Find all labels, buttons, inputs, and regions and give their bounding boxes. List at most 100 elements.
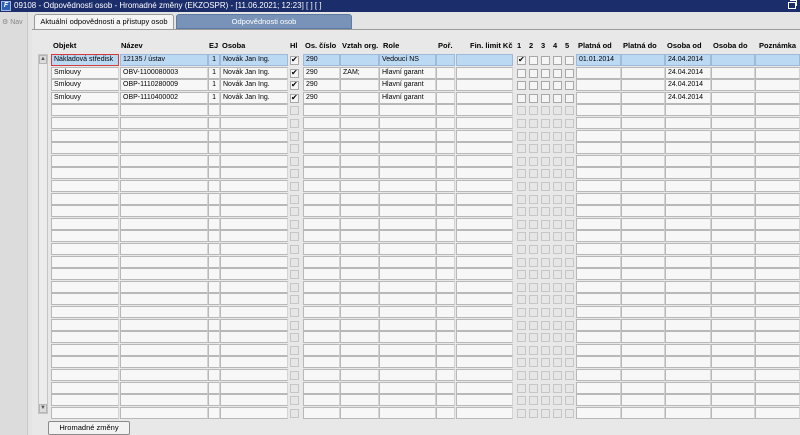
cell-poznamka[interactable] — [755, 407, 800, 419]
checkbox-hl[interactable] — [290, 106, 299, 115]
checkbox-c2[interactable] — [529, 220, 538, 229]
cell-vztah[interactable] — [340, 356, 379, 368]
cell-poznamka[interactable] — [755, 155, 800, 167]
cell-os-cislo[interactable] — [303, 268, 340, 280]
cell-nazev[interactable] — [120, 142, 208, 154]
cell-os-cislo[interactable] — [303, 130, 340, 142]
cell-role[interactable] — [379, 256, 436, 268]
cell-vztah[interactable] — [340, 256, 379, 268]
checkbox-c2[interactable] — [529, 409, 538, 418]
checkbox-c5[interactable] — [565, 81, 574, 90]
cell-osoba[interactable] — [220, 319, 288, 331]
checkbox-c5[interactable] — [565, 371, 574, 380]
cell-ej[interactable] — [208, 243, 220, 255]
cell-nazev[interactable] — [120, 180, 208, 192]
checkbox-c3[interactable] — [541, 409, 550, 418]
cell-ej[interactable] — [208, 306, 220, 318]
cell-nazev[interactable] — [120, 243, 208, 255]
checkbox-c4[interactable] — [553, 195, 562, 204]
checkbox-hl[interactable] — [290, 270, 299, 279]
cell-osoba-od[interactable]: 24.04.2014 — [665, 67, 711, 79]
cell-osoba[interactable] — [220, 205, 288, 217]
cell-os-cislo[interactable] — [303, 306, 340, 318]
cell-ej[interactable] — [208, 130, 220, 142]
cell-poznamka[interactable] — [755, 356, 800, 368]
cell-platna-do[interactable] — [621, 92, 665, 104]
checkbox-hl[interactable] — [290, 144, 299, 153]
checkbox-c5[interactable] — [565, 94, 574, 103]
cell-osoba[interactable] — [220, 382, 288, 394]
checkbox-c1[interactable] — [517, 119, 526, 128]
cell-nazev[interactable] — [120, 331, 208, 343]
cell-os-cislo[interactable] — [303, 180, 340, 192]
cell-osoba-od[interactable]: 24.04.2014 — [665, 54, 711, 66]
cell-os-cislo[interactable] — [303, 394, 340, 406]
cell-os-cislo[interactable] — [303, 117, 340, 129]
checkbox-c4[interactable] — [553, 283, 562, 292]
checkbox-c2[interactable] — [529, 132, 538, 141]
checkbox-c2[interactable] — [529, 283, 538, 292]
cell-vztah[interactable] — [340, 230, 379, 242]
cell-poznamka[interactable] — [755, 256, 800, 268]
checkbox-hl[interactable] — [290, 295, 299, 304]
cell-objekt[interactable] — [51, 306, 119, 318]
cell-platna-od[interactable] — [576, 256, 621, 268]
cell-osoba[interactable] — [220, 117, 288, 129]
checkbox-c5[interactable] — [565, 195, 574, 204]
cell-role[interactable] — [379, 117, 436, 129]
cell-fin-limit[interactable] — [456, 331, 513, 343]
checkbox-c3[interactable] — [541, 232, 550, 241]
cell-platna-od[interactable] — [576, 193, 621, 205]
cell-platna-do[interactable] — [621, 142, 665, 154]
cell-nazev[interactable] — [120, 356, 208, 368]
cell-platna-od[interactable] — [576, 92, 621, 104]
checkbox-c4[interactable] — [553, 321, 562, 330]
cell-fin-limit[interactable] — [456, 268, 513, 280]
cell-vztah[interactable] — [340, 142, 379, 154]
cell-ej[interactable] — [208, 268, 220, 280]
cell-platna-do[interactable] — [621, 180, 665, 192]
cell-poznamka[interactable] — [755, 117, 800, 129]
checkbox-c1[interactable] — [517, 55, 526, 65]
nav-button[interactable]: ⚙ Nav — [2, 18, 23, 26]
cell-vztah[interactable] — [340, 130, 379, 142]
checkbox-c5[interactable] — [565, 169, 574, 178]
checkbox-c2[interactable] — [529, 270, 538, 279]
checkbox-c5[interactable] — [565, 358, 574, 367]
cell-osoba-do[interactable] — [711, 130, 755, 142]
cell-nazev[interactable] — [120, 293, 208, 305]
cell-vztah[interactable] — [340, 117, 379, 129]
cell-os-cislo[interactable] — [303, 319, 340, 331]
cell-role[interactable] — [379, 344, 436, 356]
cell-osoba-od[interactable] — [665, 382, 711, 394]
checkbox-hl[interactable] — [290, 195, 299, 204]
cell-osoba-od[interactable] — [665, 104, 711, 116]
grid-scrollbar[interactable]: ▲ ▼ — [38, 54, 48, 414]
cell-por[interactable] — [436, 319, 455, 331]
cell-nazev[interactable] — [120, 193, 208, 205]
checkbox-c4[interactable] — [553, 270, 562, 279]
cell-platna-od[interactable] — [576, 331, 621, 343]
cell-fin-limit[interactable] — [456, 117, 513, 129]
cell-objekt[interactable] — [51, 331, 119, 343]
cell-osoba-od[interactable] — [665, 243, 711, 255]
checkbox-c1[interactable] — [517, 232, 526, 241]
cell-osoba-od[interactable] — [665, 218, 711, 230]
cell-vztah[interactable] — [340, 218, 379, 230]
cell-osoba-do[interactable] — [711, 344, 755, 356]
cell-vztah[interactable]: ZAM; — [340, 67, 379, 79]
cell-osoba-od[interactable] — [665, 306, 711, 318]
cell-por[interactable] — [436, 92, 455, 104]
cell-nazev[interactable] — [120, 117, 208, 129]
checkbox-c4[interactable] — [553, 94, 562, 103]
cell-osoba[interactable] — [220, 230, 288, 242]
cell-role[interactable] — [379, 407, 436, 419]
checkbox-c5[interactable] — [565, 144, 574, 153]
cell-osoba-od[interactable] — [665, 268, 711, 280]
cell-fin-limit[interactable] — [456, 356, 513, 368]
cell-ej[interactable] — [208, 180, 220, 192]
cell-platna-do[interactable] — [621, 256, 665, 268]
cell-fin-limit[interactable] — [456, 230, 513, 242]
cell-role[interactable] — [379, 319, 436, 331]
cell-osoba-do[interactable] — [711, 67, 755, 79]
